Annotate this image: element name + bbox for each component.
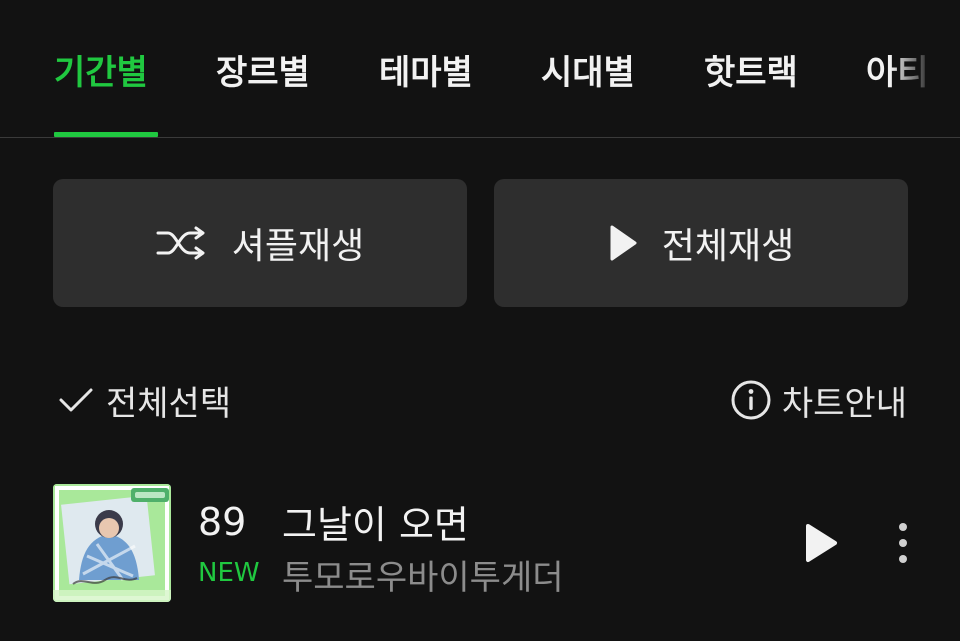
tab-genre[interactable]: 장르별: [216, 50, 310, 96]
shuffle-play-label: 셔플재생: [231, 226, 365, 267]
play-all-label: 전체재생: [661, 226, 795, 267]
play-icon: [806, 524, 837, 562]
new-badge: NEW: [198, 558, 260, 588]
chart-info-button[interactable]: 차트안내: [730, 376, 907, 424]
play-all-button[interactable]: 전체재생: [494, 179, 908, 307]
shuffle-play-button[interactable]: 셔플재생: [53, 179, 467, 307]
track-artist[interactable]: 투모로우바이투게더: [282, 550, 564, 599]
album-art[interactable]: [53, 484, 171, 602]
track-title[interactable]: 그날이 오면: [282, 494, 469, 549]
info-icon: [730, 379, 772, 421]
chart-rank: 89: [198, 500, 247, 544]
track-play-button[interactable]: [803, 522, 839, 564]
more-options-button[interactable]: [890, 520, 916, 566]
more-vertical-icon: [899, 523, 907, 563]
chart-screen: 기간별 장르별 테마별 시대별 핫트랙 아티 셔플재생 전체재생 전체선택 차트…: [0, 0, 960, 641]
tab-era[interactable]: 시대별: [541, 50, 635, 96]
select-all-label: 전체선택: [106, 383, 232, 424]
track-row[interactable]: 89 NEW 그날이 오면 투모로우바이투게더: [0, 482, 960, 604]
check-icon: [58, 386, 94, 414]
active-tab-indicator: [54, 132, 158, 137]
tab-hot-track[interactable]: 핫트랙: [704, 50, 798, 96]
play-icon: [608, 224, 638, 262]
tab-theme[interactable]: 테마별: [379, 50, 473, 96]
tab-period[interactable]: 기간별: [54, 50, 148, 96]
shuffle-icon: [156, 226, 208, 260]
select-all-button[interactable]: 전체선택: [58, 376, 231, 424]
chart-category-tabs: 기간별 장르별 테마별 시대별 핫트랙 아티: [0, 0, 960, 138]
chart-info-label: 차트안내: [781, 383, 907, 424]
tab-artist[interactable]: 아티: [866, 50, 929, 96]
